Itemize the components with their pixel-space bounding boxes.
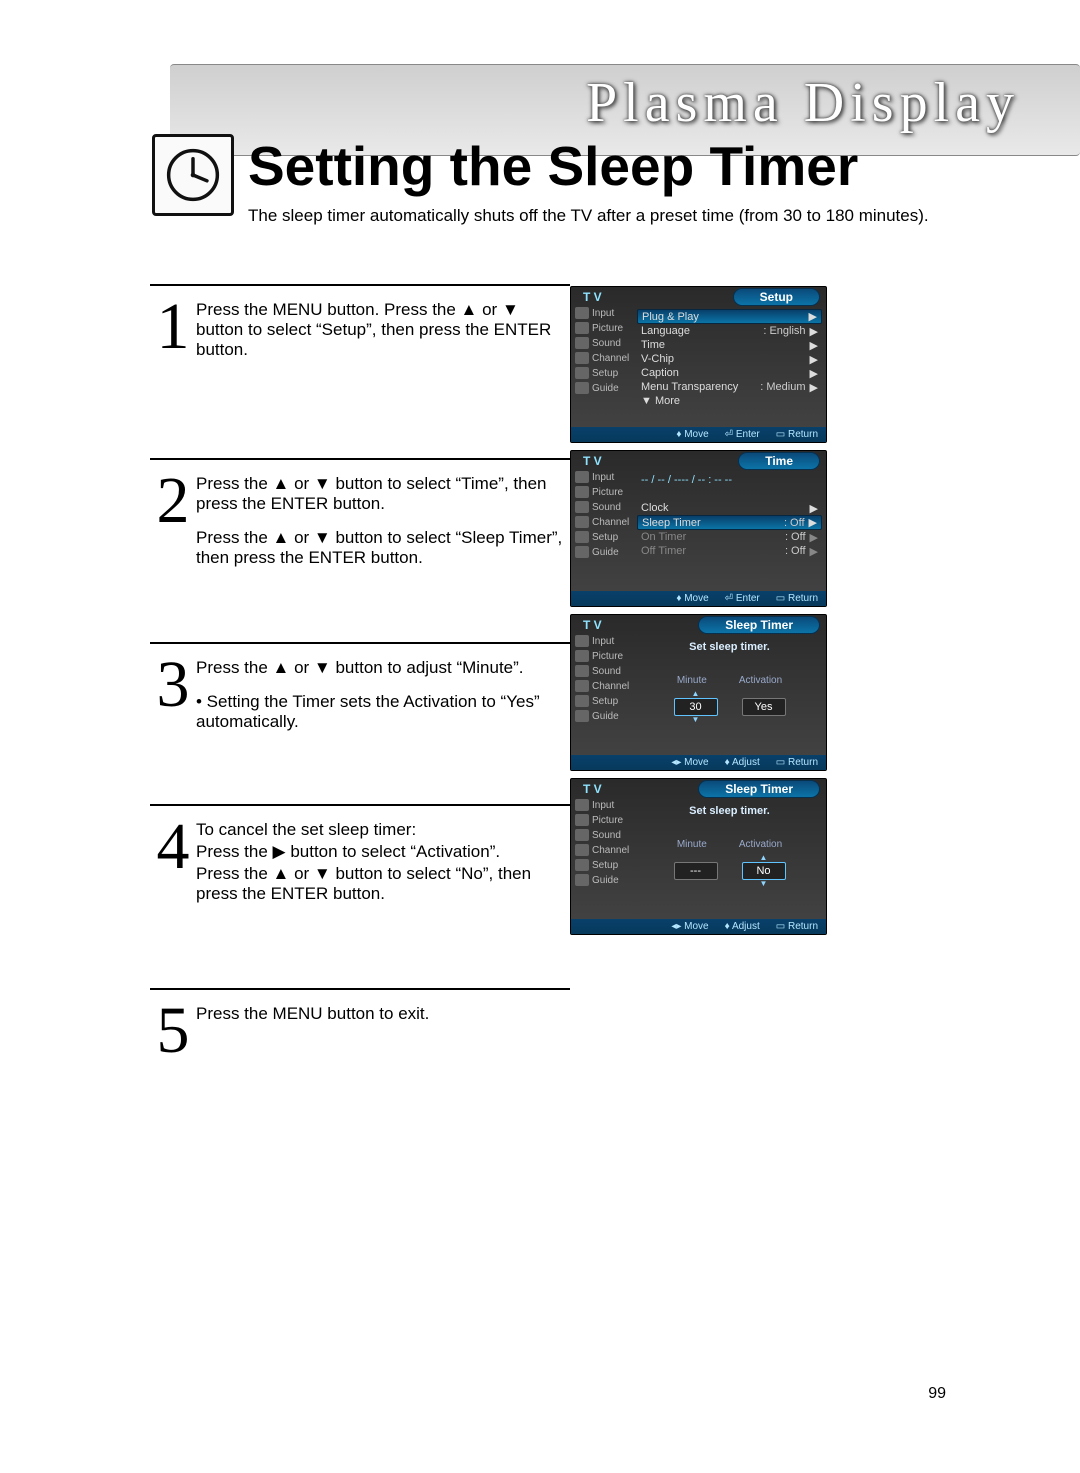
menu-row: Plug & Play▶ — [637, 309, 822, 324]
osd-tv-label: T V — [583, 290, 602, 304]
step-number: 3 — [150, 652, 196, 746]
osd-header: Sleep Timer — [698, 780, 820, 798]
step-text: Press the MENU button. Press the ▲ or ▼ … — [196, 300, 570, 360]
menu-row: Language: English▶ — [637, 324, 822, 338]
step-number: 2 — [150, 468, 196, 582]
step-text: Press the ▲ or ▼ button to adjust “Minut… — [196, 658, 570, 678]
step-text: To cancel the set sleep timer: — [196, 820, 570, 840]
page-title: Setting the Sleep Timer — [248, 134, 858, 198]
menu-row: ▼ More — [637, 394, 822, 408]
menu-row: Sleep Timer: Off▶ — [637, 515, 822, 530]
step-5: 5 Press the MENU button to exit. — [150, 988, 570, 1064]
menu-row: Clock▶ — [637, 501, 822, 515]
menu-row: Time▶ — [637, 338, 822, 352]
step-4: 4 To cancel the set sleep timer: Press t… — [150, 804, 570, 944]
osd-header: Setup — [733, 288, 820, 306]
activation-value: Yes — [742, 698, 786, 716]
osd-setup: T V Setup Input Picture Sound Channel Set… — [570, 286, 827, 443]
step-number: 4 — [150, 814, 196, 918]
minute-value: --- — [674, 862, 718, 880]
step-3: 3 Press the ▲ or ▼ button to adjust “Min… — [150, 642, 570, 772]
step-text: Press the ▶ button to select “Activation… — [196, 842, 570, 862]
page-subtitle: The sleep timer automatically shuts off … — [248, 206, 929, 226]
clock-text: -- / -- / ---- / -- : -- -- — [641, 474, 732, 486]
osd-hint: Set sleep timer. — [689, 641, 770, 653]
osd-header: Time — [738, 452, 820, 470]
osd-header: Sleep Timer — [698, 616, 820, 634]
step-text-bullet: • Setting the Timer sets the Activation … — [196, 692, 570, 732]
brand-text: Plasma Display — [586, 71, 1020, 135]
menu-row: On Timer: Off▶ — [637, 530, 822, 544]
osd-sleep-timer-yes: T VSleep Timer Input Picture Sound Chann… — [570, 614, 827, 771]
clock-icon — [152, 134, 234, 216]
step-text: Press the ▲ or ▼ button to select “Time”… — [196, 474, 570, 514]
osd-hint: Set sleep timer. — [689, 805, 770, 817]
step-number: 1 — [150, 294, 196, 374]
menu-row: Caption▶ — [637, 366, 822, 380]
step-text: Press the MENU button to exit. — [196, 1004, 570, 1024]
step-text: Press the ▲ or ▼ button to select “Sleep… — [196, 528, 570, 568]
step-number: 5 — [150, 998, 196, 1064]
osd-sleep-timer-no: T VSleep Timer Input Picture Sound Chann… — [570, 778, 827, 935]
step-2: 2 Press the ▲ or ▼ button to select “Tim… — [150, 458, 570, 608]
page-number: 99 — [928, 1385, 946, 1403]
step-1: 1 Press the MENU button. Press the ▲ or … — [150, 284, 570, 400]
minute-value: 30 — [674, 698, 718, 716]
menu-row: Off Timer: Off▶ — [637, 544, 822, 558]
activation-value: No — [742, 862, 786, 880]
menu-row: Menu Transparency: Medium▶ — [637, 380, 822, 394]
step-text: Press the ▲ or ▼ button to select “No”, … — [196, 864, 570, 904]
osd-time: T VTime Input Picture Sound Channel Setu… — [570, 450, 827, 607]
osd-sidebar: Input Picture Sound Channel Setup Guide — [571, 307, 633, 427]
menu-row: V-Chip▶ — [637, 352, 822, 366]
